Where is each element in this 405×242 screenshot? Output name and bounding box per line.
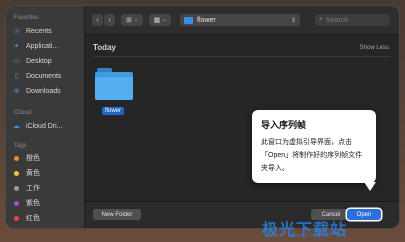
sidebar-item-label: Recents bbox=[26, 27, 52, 35]
path-popup[interactable]: flower ⇕ bbox=[180, 14, 300, 26]
sidebar-item-documents[interactable]: ▯ Documents bbox=[13, 70, 62, 82]
tooltip-title: 导入序列帧 bbox=[261, 120, 307, 130]
path-label: flower bbox=[197, 16, 216, 24]
orange-tag-icon bbox=[14, 155, 19, 161]
sidebar-item-label: iCloud Dri... bbox=[26, 122, 63, 130]
clock-icon: ◷ bbox=[13, 28, 20, 35]
tag-label: 工作 bbox=[26, 185, 40, 192]
back-button[interactable]: ‹ bbox=[92, 14, 103, 26]
sidebar-item-recents[interactable]: ◷ Recents bbox=[13, 25, 52, 37]
chevron-down-icon: ⌄ bbox=[133, 17, 139, 23]
tags-heading: Tags bbox=[14, 143, 27, 149]
watermark-url: www.xz7.com bbox=[290, 233, 321, 239]
search-box[interactable]: ⌕ bbox=[315, 14, 390, 26]
chevron-down-icon: ⌄ bbox=[162, 17, 167, 23]
search-icon: ⌕ bbox=[319, 16, 323, 23]
open-button[interactable]: Open bbox=[347, 209, 381, 220]
forward-button[interactable]: › bbox=[104, 14, 115, 26]
toolbar: ‹ › ⊞ ⌄ ▦ ⌄ flower ⇕ ⌕ bbox=[85, 6, 399, 35]
tag-label: 紫色 bbox=[26, 200, 40, 207]
search-input[interactable] bbox=[325, 16, 386, 24]
guide-tooltip: 导入序列帧 此窗口为虚拟引导界面，点击「Open」将制作好的序列帧文件夹导入。 bbox=[252, 110, 376, 191]
folder-icon bbox=[184, 16, 193, 24]
tooltip-arrow bbox=[364, 182, 376, 191]
chevron-updown-icon: ⇕ bbox=[290, 17, 296, 24]
desktop-icon: ▭ bbox=[13, 58, 20, 65]
sidebar-tag-orange[interactable]: 橙色 bbox=[13, 152, 40, 164]
group-icon: ▦ bbox=[153, 17, 161, 24]
tag-label: 橙色 bbox=[26, 155, 40, 162]
sidebar: Favorites ◷ Recents ✦ Applicati... ▭ Des… bbox=[6, 6, 85, 228]
dialog-footer: New Folder Cancel Open bbox=[85, 201, 399, 228]
icloud-heading: iCloud bbox=[14, 110, 32, 116]
grid-view-icon: ⊞ bbox=[125, 17, 132, 24]
tag-label: 黄色 bbox=[26, 170, 40, 177]
show-less-link[interactable]: Show Less bbox=[360, 45, 389, 51]
sidebar-item-desktop[interactable]: ▭ Desktop bbox=[13, 55, 52, 67]
sidebar-item-downloads[interactable]: ⊕ Downloads bbox=[13, 85, 61, 97]
flower-folder-icon[interactable] bbox=[95, 68, 133, 100]
gray-tag-icon bbox=[14, 185, 19, 191]
group-button[interactable]: ▦ ⌄ bbox=[149, 14, 171, 26]
tooltip-body: 此窗口为虚拟引导界面，点击「Open」将制作好的序列帧文件夹导入。 bbox=[261, 139, 363, 172]
divider bbox=[93, 56, 391, 57]
sidebar-tag-yellow[interactable]: 黄色 bbox=[13, 167, 40, 179]
sidebar-tag-work[interactable]: 工作 bbox=[13, 182, 40, 194]
sidebar-tag-purple[interactable]: 紫色 bbox=[13, 197, 40, 209]
yellow-tag-icon bbox=[14, 170, 19, 176]
sidebar-item-applications[interactable]: ✦ Applicati... bbox=[13, 40, 59, 52]
sidebar-item-label: Documents bbox=[26, 72, 62, 80]
chevron-left-icon: ‹ bbox=[96, 16, 99, 24]
sidebar-item-label: Desktop bbox=[26, 57, 52, 65]
sidebar-item-label: Applicati... bbox=[26, 42, 59, 50]
new-folder-button[interactable]: New Folder bbox=[93, 209, 141, 220]
purple-tag-icon bbox=[14, 200, 19, 206]
sidebar-item-label: Downloads bbox=[26, 87, 61, 95]
red-tag-icon bbox=[14, 215, 19, 221]
folder-name-label[interactable]: flower bbox=[102, 107, 125, 115]
sidebar-tag-red[interactable]: 红色 bbox=[13, 212, 40, 224]
view-mode-button[interactable]: ⊞ ⌄ bbox=[121, 14, 143, 26]
tag-label: 红色 bbox=[26, 215, 40, 222]
sidebar-item-icloud-drive[interactable]: ☁ iCloud Dri... bbox=[13, 120, 63, 132]
applications-icon: ✦ bbox=[13, 43, 20, 50]
favorites-heading: Favorites bbox=[14, 15, 39, 21]
chevron-right-icon: › bbox=[108, 16, 111, 24]
document-icon: ▯ bbox=[14, 73, 19, 80]
cloud-icon: ☁ bbox=[13, 123, 20, 130]
download-icon: ⊕ bbox=[13, 88, 20, 95]
section-title: Today bbox=[93, 43, 116, 52]
